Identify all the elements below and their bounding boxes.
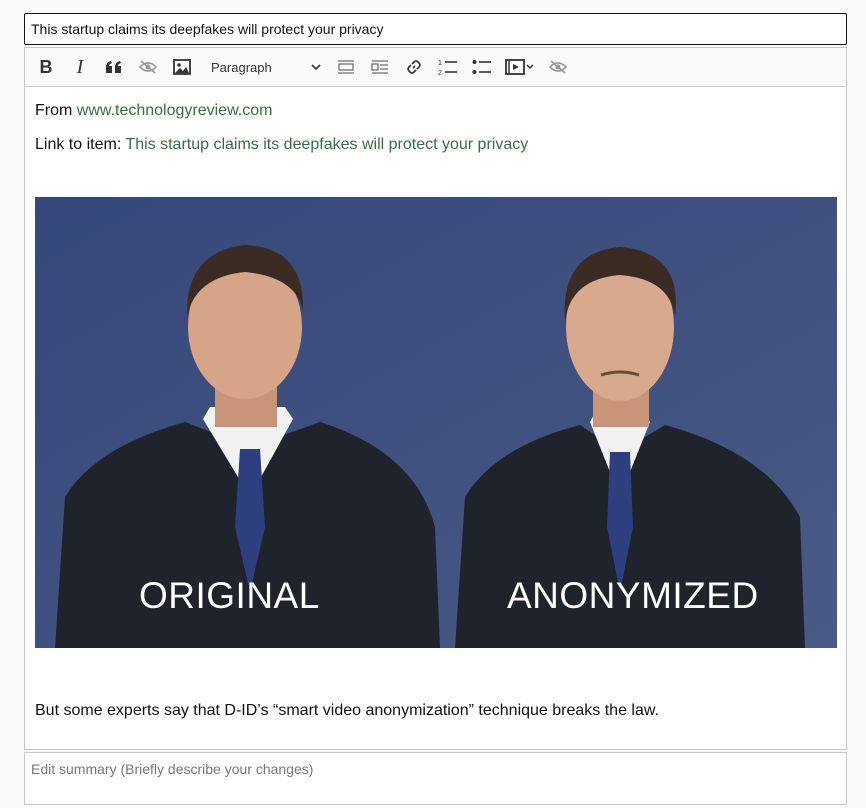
svg-text:2: 2 xyxy=(438,70,442,76)
body-paragraph: But some experts say that D-ID’s “smart … xyxy=(35,702,659,719)
media-embed-button[interactable] xyxy=(501,52,539,82)
image-icon xyxy=(173,59,191,75)
numbered-list-button[interactable]: 1 2 xyxy=(433,52,463,82)
align-button[interactable] xyxy=(365,52,395,82)
media-embed-icon xyxy=(505,59,534,75)
from-label: From xyxy=(35,102,77,119)
numbered-list-icon: 1 2 xyxy=(438,60,457,76)
blockquote-icon xyxy=(106,61,121,73)
bulleted-list-button[interactable] xyxy=(467,52,497,82)
item-link[interactable]: This startup claims its deepfakes will p… xyxy=(125,136,528,153)
caption-anonymized: ANONYMIZED xyxy=(507,575,759,616)
link-label: Link to item: xyxy=(35,136,126,153)
insert-image-button[interactable] xyxy=(167,52,197,82)
link-line: Link to item: This startup claims its de… xyxy=(35,135,836,155)
source-line: From www.technologyreview.com xyxy=(35,101,836,121)
source-link[interactable]: www.technologyreview.com xyxy=(77,102,273,119)
edit-summary-field[interactable] xyxy=(24,752,847,805)
horizontal-rule-icon xyxy=(338,60,354,74)
eye-off-button[interactable] xyxy=(543,52,573,82)
italic-button[interactable]: I xyxy=(65,52,95,82)
blockquote-button[interactable] xyxy=(99,52,129,82)
link-icon xyxy=(407,60,421,74)
heading-select[interactable]: Paragraph xyxy=(201,52,327,82)
caption-original: ORIGINAL xyxy=(139,575,320,616)
align-icon xyxy=(371,60,388,74)
editor-toolbar: B I Paragraph 1 2 xyxy=(25,48,846,87)
embedded-image[interactable]: ORIGINAL ANONYMIZED xyxy=(35,197,837,648)
horizontal-rule-button[interactable] xyxy=(331,52,361,82)
rich-text-editor: B I Paragraph 1 2 From www.technologyrev… xyxy=(24,47,847,750)
eye-off-icon xyxy=(548,60,568,74)
link-button[interactable] xyxy=(399,52,429,82)
svg-text:1: 1 xyxy=(438,60,442,67)
heading-select-value: Paragraph xyxy=(211,59,272,75)
editor-content[interactable]: From www.technologyreview.com Link to it… xyxy=(25,87,846,721)
title-input[interactable] xyxy=(24,13,847,45)
bold-button[interactable]: B xyxy=(31,52,61,82)
chevron-down-icon xyxy=(311,64,321,71)
bulleted-list-icon xyxy=(472,60,491,74)
hide-content-button[interactable] xyxy=(133,52,163,82)
eye-off-icon xyxy=(138,60,158,74)
